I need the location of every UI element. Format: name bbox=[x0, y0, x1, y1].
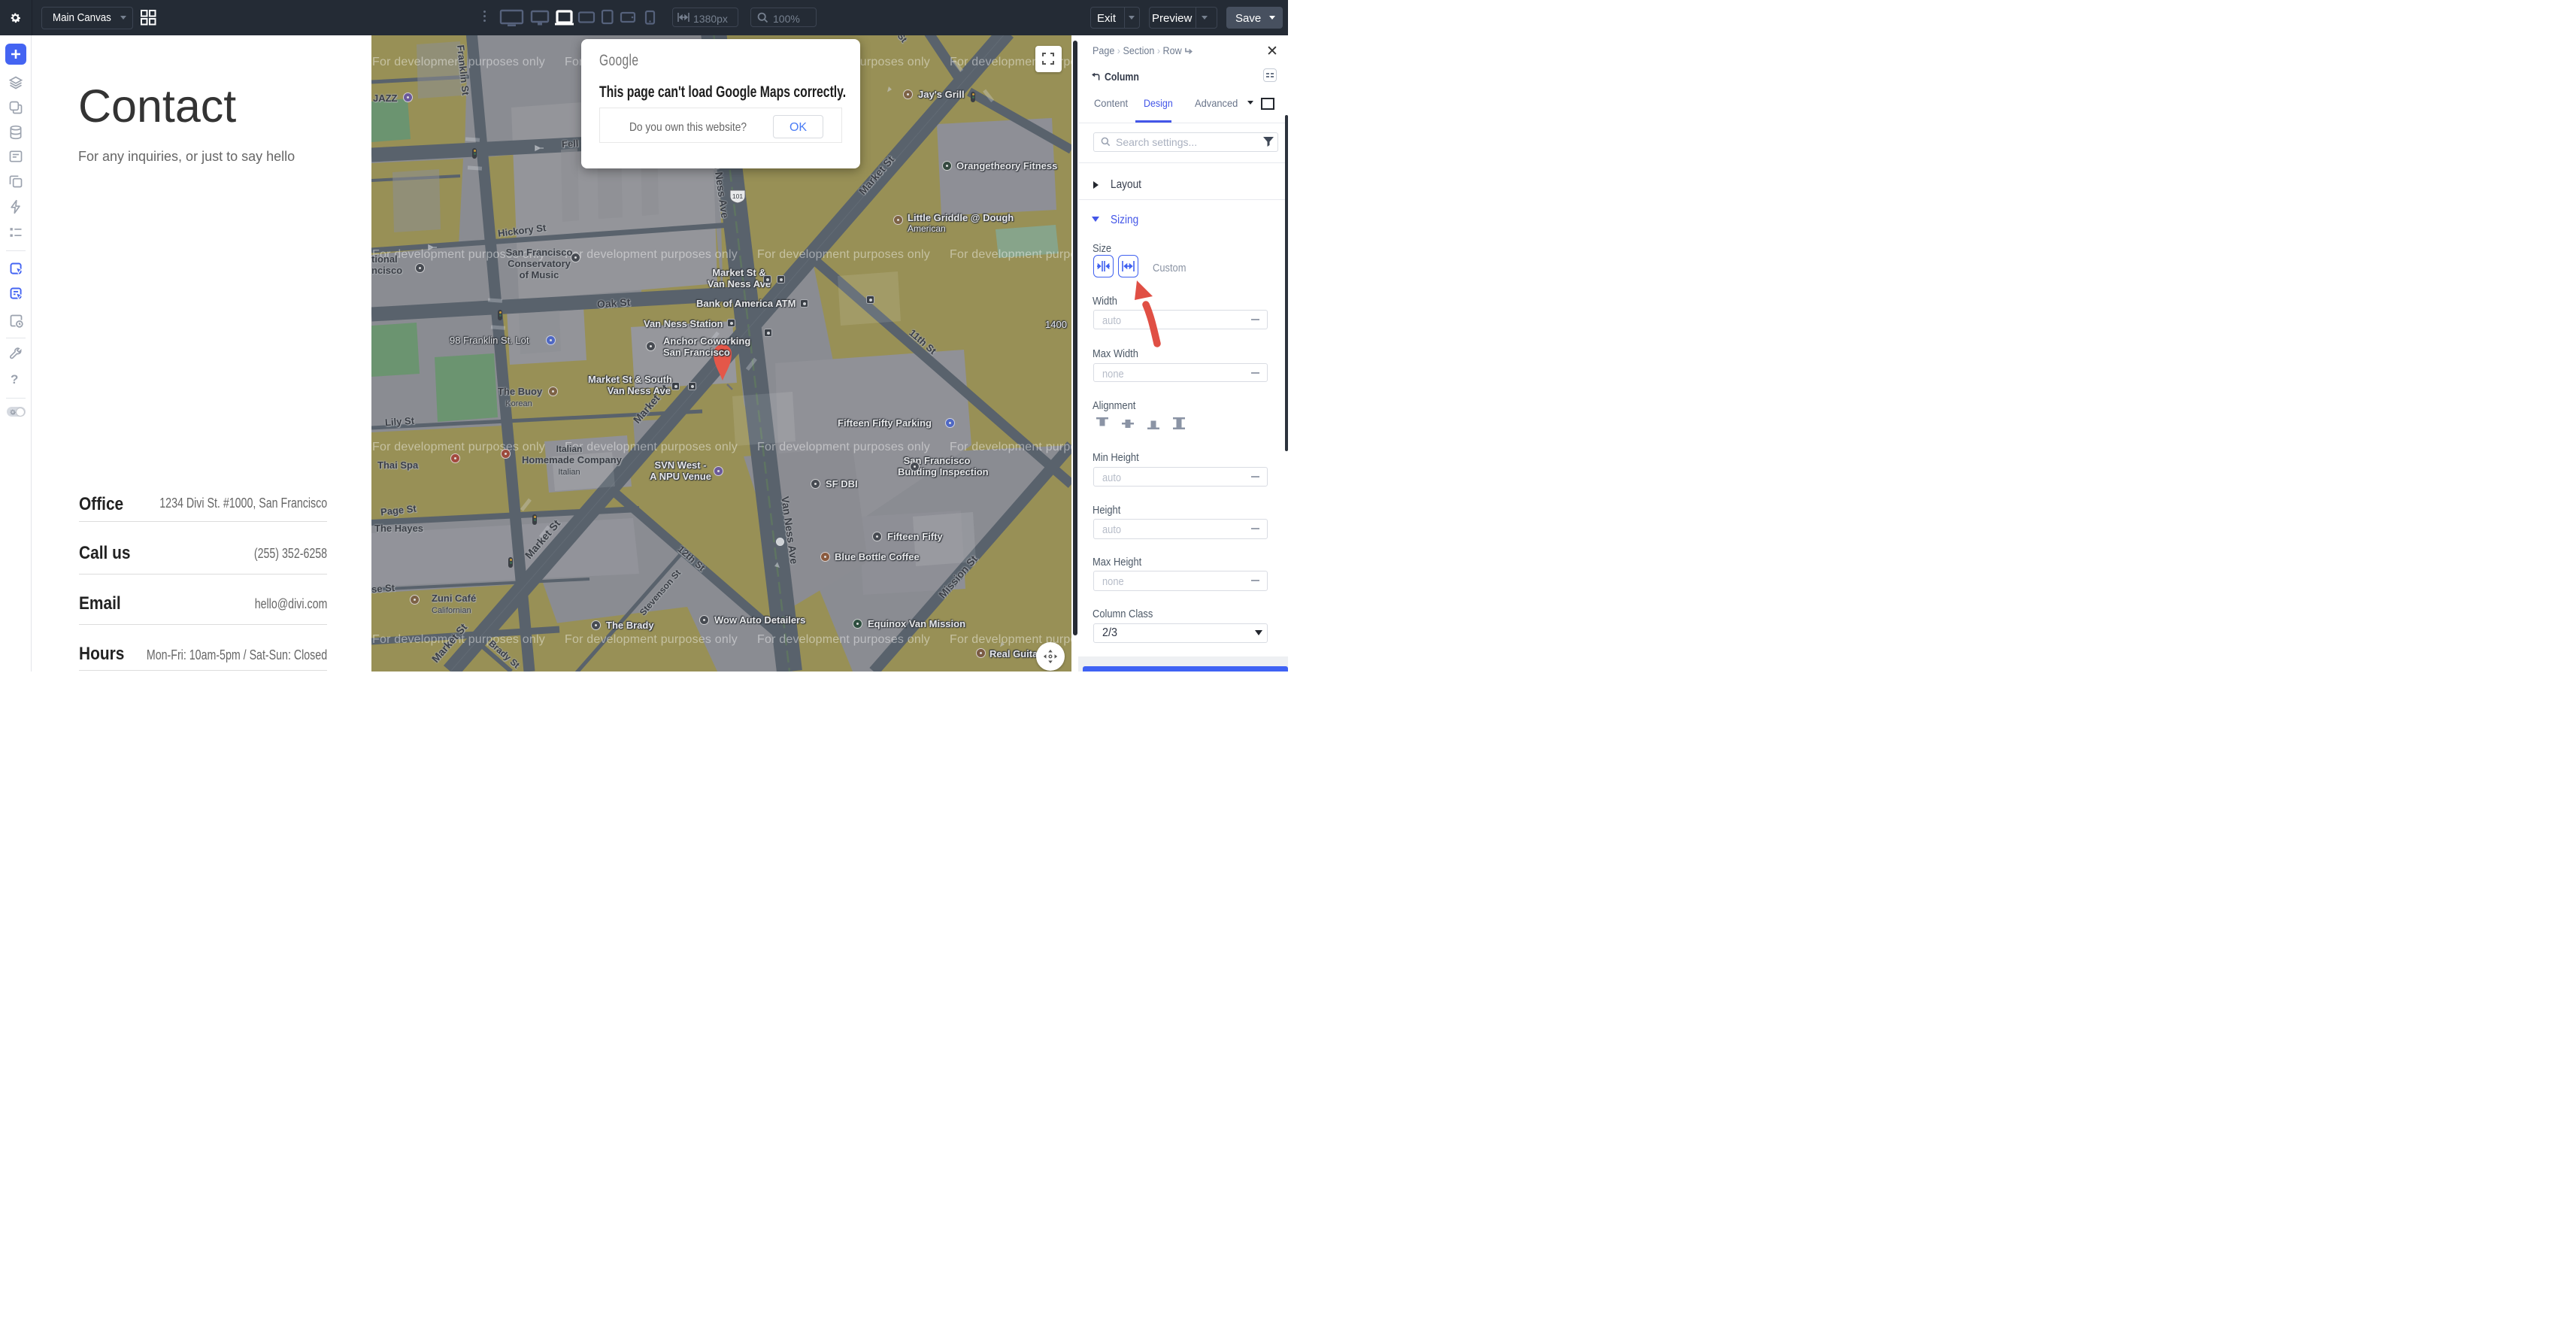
svg-text:101: 101 bbox=[732, 193, 743, 200]
